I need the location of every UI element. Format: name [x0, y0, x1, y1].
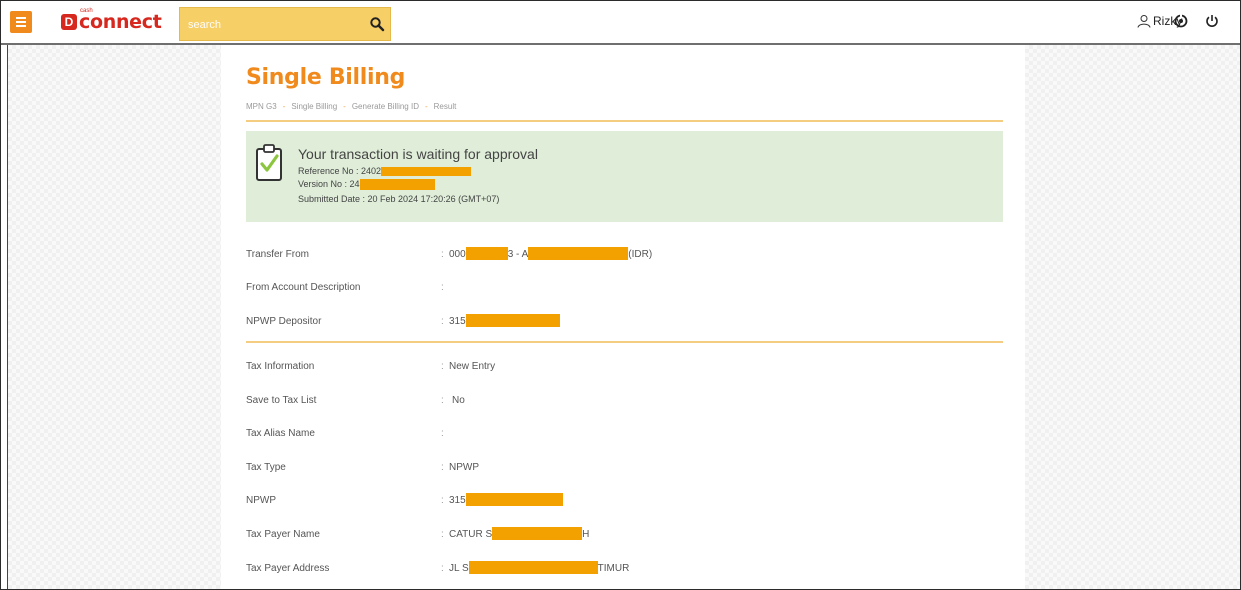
top-bar: D cash connect Rizky — [1, 1, 1240, 43]
tax-payer-address-row: Tax Payer Address : JL S TIMUR — [246, 561, 1003, 583]
save-to-tax-list-value: No — [452, 395, 465, 406]
field-separator: : — [441, 495, 444, 506]
from-account-description-row: From Account Description : — [246, 282, 1003, 302]
breadcrumb-item[interactable]: MPN G3 — [246, 102, 277, 111]
currency-suffix: (IDR) — [628, 249, 653, 261]
field-separator: : — [441, 563, 444, 574]
search-bar — [179, 7, 391, 41]
notice-title: Your transaction is waiting for approval — [298, 146, 538, 162]
breadcrumb-separator: - — [343, 102, 346, 111]
version-number: Version No : 24 — [298, 179, 435, 191]
breadcrumb: MPN G3 - Single Billing - Generate Billi… — [246, 102, 456, 111]
tax-payer-name-prefix: CATUR S — [449, 529, 493, 541]
search-input[interactable] — [186, 15, 360, 35]
approval-notice: Your transaction is waiting for approval… — [246, 131, 1003, 222]
npwp-row: NPWP : 315 — [246, 493, 1003, 515]
from-account-description-label: From Account Description — [246, 282, 361, 293]
tax-payer-name-label: Tax Payer Name — [246, 529, 320, 540]
background-pattern-left — [8, 45, 221, 589]
tax-payer-address-label: Tax Payer Address — [246, 563, 330, 574]
redaction-block — [528, 247, 629, 260]
save-to-tax-list-label: Save to Tax List — [246, 395, 317, 406]
logo-small-text: cash — [80, 8, 93, 14]
settings-icon[interactable] — [1174, 14, 1188, 28]
transfer-from-row: Transfer From : 000 3 - A (IDR) — [246, 247, 1003, 269]
menu-bar-icon — [16, 17, 26, 19]
npwp-label: NPWP — [246, 495, 276, 506]
menu-bar-icon — [16, 21, 26, 23]
page-title: Single Billing — [246, 65, 406, 90]
save-to-tax-list-row: Save to Tax List : No — [246, 395, 1003, 415]
redaction-block — [359, 179, 435, 191]
reference-number-text: Reference No : 2402 — [298, 166, 382, 176]
tax-payer-name-row: Tax Payer Name : CATUR S H — [246, 527, 1003, 549]
npwp-depositor-prefix: 315 — [449, 316, 466, 328]
breadcrumb-item[interactable]: Generate Billing ID — [352, 102, 419, 111]
breadcrumb-separator: - — [424, 102, 428, 111]
tax-type-label: Tax Type — [246, 462, 286, 473]
transfer-from-label: Transfer From — [246, 249, 309, 260]
transfer-from-value: 000 3 - A (IDR) — [449, 247, 653, 261]
redaction-block — [492, 527, 583, 540]
background-pattern-right — [1025, 45, 1240, 589]
tax-information-value: New Entry — [449, 361, 496, 372]
logo-badge: D — [61, 14, 77, 30]
tax-information-row: Tax Information : New Entry — [246, 361, 1003, 381]
field-separator: : — [441, 428, 444, 439]
tax-type-row: Tax Type : NPWP — [246, 462, 1003, 482]
breadcrumb-separator: - — [282, 102, 286, 111]
reference-number: Reference No : 2402 — [298, 166, 472, 177]
tax-payer-address-suffix: TIMUR — [597, 563, 630, 575]
hamburger-menu-button[interactable] — [10, 11, 32, 33]
redaction-block — [381, 167, 472, 177]
npwp-depositor-value: 315 — [449, 314, 560, 328]
npwp-prefix: 315 — [449, 495, 466, 507]
account-name-prefix: 3 - A — [507, 249, 529, 261]
field-separator: : — [441, 361, 444, 372]
field-separator: : — [441, 282, 444, 293]
section-divider — [246, 341, 1003, 343]
npwp-depositor-label: NPWP Depositor — [246, 316, 322, 327]
field-separator: : — [441, 316, 444, 327]
field-separator: : — [441, 462, 444, 473]
tax-payer-name-value: CATUR S H — [449, 527, 590, 541]
tax-payer-name-suffix: H — [582, 529, 590, 541]
main-content: Single Billing MPN G3 - Single Billing -… — [221, 45, 1025, 589]
tax-information-label: Tax Information — [246, 361, 315, 372]
tax-payer-address-prefix: JL S — [449, 563, 469, 575]
field-separator: : — [441, 395, 444, 406]
redaction-block — [468, 561, 598, 574]
field-separator: : — [441, 249, 444, 260]
logo-text: connect — [79, 11, 162, 33]
npwp-depositor-row: NPWP Depositor : 315 — [246, 314, 1003, 336]
user-icon — [1137, 15, 1151, 28]
clipboard-check-icon — [256, 144, 282, 181]
tax-alias-name-row: Tax Alias Name : — [246, 428, 1003, 448]
npwp-value: 315 — [449, 493, 563, 507]
breadcrumb-item[interactable]: Single Billing — [291, 102, 337, 111]
logo[interactable]: D cash connect — [61, 8, 162, 33]
tax-alias-name-label: Tax Alias Name — [246, 428, 315, 439]
account-number-prefix: 000 — [449, 249, 466, 261]
submitted-date: Submitted Date : 20 Feb 2024 17:20:26 (G… — [298, 194, 500, 204]
redaction-block — [465, 314, 560, 327]
tax-payer-address-value: JL S TIMUR — [449, 561, 630, 575]
search-icon[interactable] — [369, 16, 385, 32]
redaction-block — [465, 493, 563, 506]
header-divider — [246, 120, 1003, 122]
breadcrumb-item: Result — [433, 102, 457, 111]
power-icon[interactable] — [1205, 14, 1219, 28]
version-number-text: Version No : 24 — [298, 179, 360, 189]
redaction-block — [465, 247, 508, 260]
tax-type-value: NPWP — [449, 462, 479, 473]
field-separator: : — [441, 529, 444, 540]
menu-bar-icon — [16, 25, 26, 27]
